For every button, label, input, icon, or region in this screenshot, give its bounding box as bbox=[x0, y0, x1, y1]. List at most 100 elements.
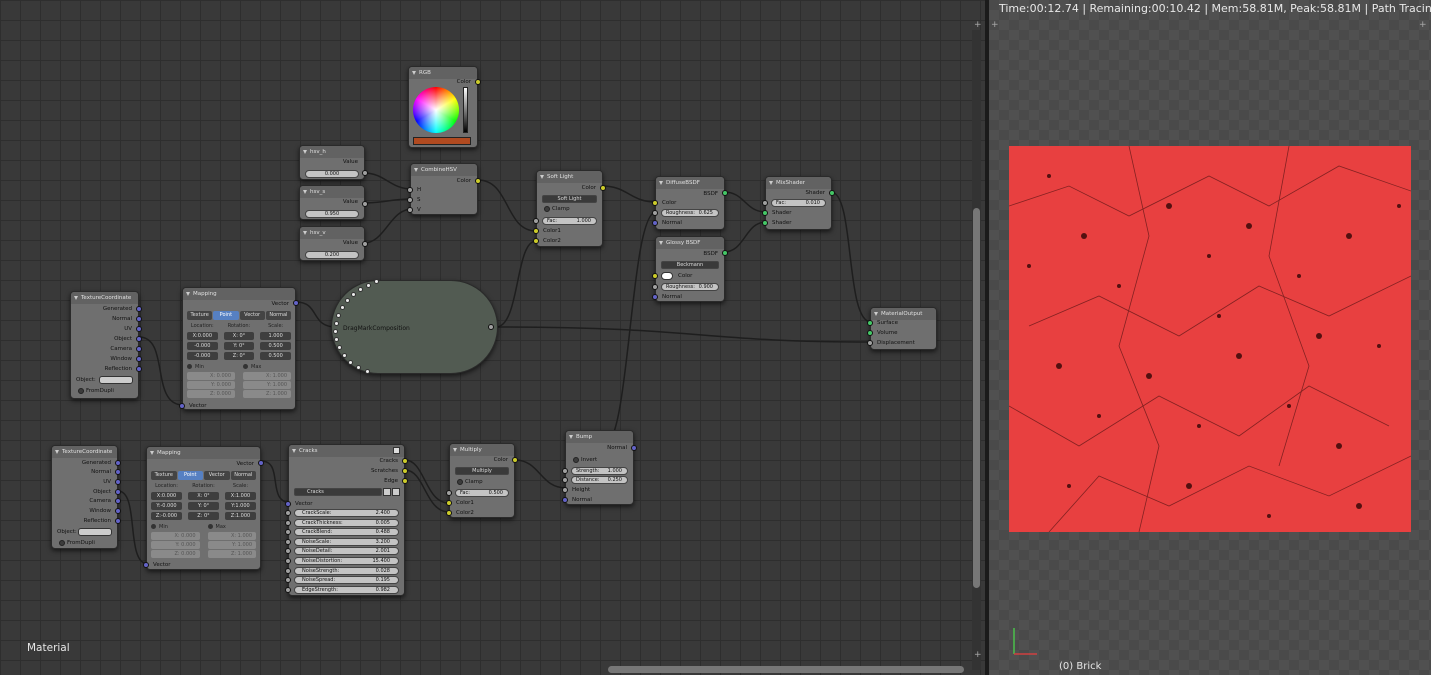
scale-y-field[interactable]: 0.500 bbox=[260, 342, 291, 350]
rotation-y-field[interactable]: Y: 0° bbox=[223, 342, 255, 350]
mapping-node-1[interactable]: Mapping Vector Texture Point Vector Norm… bbox=[179, 287, 299, 410]
mapping-node-2[interactable]: Mapping Vector Texture Point Vector Norm… bbox=[143, 446, 264, 570]
value-out-socket[interactable] bbox=[362, 241, 368, 247]
group-socket[interactable] bbox=[366, 283, 371, 288]
normal-out-socket[interactable] bbox=[631, 445, 637, 451]
color-swatch[interactable] bbox=[413, 137, 471, 145]
crack-param-field[interactable]: NoiseDetail: 2.001 bbox=[294, 547, 399, 556]
group-socket[interactable] bbox=[351, 292, 356, 297]
color-in-socket[interactable] bbox=[652, 273, 658, 279]
crack-param-field[interactable]: NoiseDistortion: 15.400 bbox=[294, 557, 399, 565]
generated-out-socket[interactable] bbox=[136, 306, 142, 312]
tab-normal[interactable]: Normal bbox=[265, 311, 291, 320]
min-y-field[interactable]: Y: 0.000 bbox=[151, 541, 200, 549]
horizontal-scrollbar[interactable] bbox=[608, 666, 964, 673]
rotation-y-field[interactable]: Y: 0° bbox=[188, 502, 219, 510]
blend-mode-dropdown[interactable]: Multiply bbox=[455, 467, 509, 475]
color-out-socket[interactable] bbox=[475, 178, 481, 184]
crack-param-field[interactable]: NoiseScale: 3.200 bbox=[294, 537, 399, 546]
node-options-icon[interactable] bbox=[393, 447, 400, 454]
location-x-field[interactable]: X:0.000 bbox=[187, 332, 218, 340]
fac-field[interactable]: Fac: 0.500 bbox=[455, 489, 509, 497]
rotation-x-field[interactable]: X: 0° bbox=[223, 332, 255, 340]
hsv-v-node[interactable]: hsv_v Value 0.200 bbox=[299, 226, 368, 261]
max-x-field[interactable]: X: 1.000 bbox=[207, 532, 256, 540]
multiply-node[interactable]: Multiply Color Multiply Clamp Fac: 0.500… bbox=[446, 443, 518, 518]
min-x-field[interactable]: X: 0.000 bbox=[151, 532, 200, 540]
min-z-field[interactable]: Z: 0.000 bbox=[151, 550, 200, 558]
normal-in-socket[interactable] bbox=[652, 294, 658, 300]
drag-mark-composition-group[interactable]: DragMarkComposition bbox=[331, 279, 498, 374]
rotation-z-field[interactable]: Z: 0° bbox=[188, 512, 219, 520]
cracks-script-node[interactable]: Cracks Cracks Scratches Edge Cracks Vect… bbox=[285, 444, 408, 596]
color-out-socket[interactable] bbox=[600, 185, 606, 191]
blend-mode-dropdown[interactable]: Soft Light bbox=[542, 195, 597, 203]
fac-field[interactable]: Fac: 1.000 bbox=[542, 217, 597, 225]
rotation-x-field[interactable]: X: 0° bbox=[188, 492, 219, 500]
group-socket[interactable] bbox=[333, 329, 338, 334]
color2-in-socket[interactable] bbox=[446, 510, 452, 516]
fac-in-socket[interactable] bbox=[446, 490, 452, 496]
group-socket[interactable] bbox=[365, 369, 370, 374]
vector-out-socket[interactable] bbox=[293, 300, 299, 306]
value-slider[interactable] bbox=[463, 87, 468, 133]
region-plus-icon[interactable]: + bbox=[1419, 20, 1427, 30]
tab-point[interactable]: Point bbox=[213, 311, 239, 320]
uv-out-socket[interactable] bbox=[115, 479, 121, 485]
scale-x-field[interactable]: X:1.000 bbox=[225, 492, 256, 500]
scale-z-field[interactable]: Z:1.000 bbox=[225, 512, 256, 520]
node-editor[interactable]: RGB Color hsv_h Value 0.000 hsv_s Value … bbox=[0, 0, 985, 675]
volume-in-socket[interactable] bbox=[867, 330, 873, 336]
max-x-field[interactable]: X: 1.000 bbox=[243, 372, 291, 380]
min-x-field[interactable]: X: 0.000 bbox=[187, 372, 235, 380]
fac-field[interactable]: Fac: 0.010 bbox=[771, 199, 826, 207]
script-selector[interactable]: Cracks bbox=[294, 488, 382, 496]
shader2-in-socket[interactable] bbox=[762, 220, 768, 226]
crack-param-field[interactable]: CrackThickness: 0.005 bbox=[294, 518, 399, 527]
color-out-socket[interactable] bbox=[512, 457, 518, 463]
window-out-socket[interactable] bbox=[115, 508, 121, 514]
surface-in-socket[interactable] bbox=[867, 320, 873, 326]
location-x-field[interactable]: X:0.000 bbox=[151, 492, 182, 500]
param-in-socket[interactable] bbox=[285, 567, 291, 574]
hsv-h-node[interactable]: hsv_h Value 0.000 bbox=[299, 145, 368, 180]
distance-field[interactable]: Distance: 0.250 bbox=[571, 476, 628, 484]
param-in-socket[interactable] bbox=[285, 529, 291, 536]
param-in-socket[interactable] bbox=[285, 519, 291, 526]
strength-field[interactable]: Strength: 1.000 bbox=[571, 467, 628, 475]
generated-out-socket[interactable] bbox=[115, 460, 121, 466]
tab-vector[interactable]: Vector bbox=[239, 311, 265, 320]
fac-in-socket[interactable] bbox=[762, 200, 768, 206]
height-in-socket[interactable] bbox=[562, 487, 568, 493]
param-in-socket[interactable] bbox=[285, 586, 291, 593]
group-socket[interactable] bbox=[334, 321, 339, 326]
tab-vector[interactable]: Vector bbox=[204, 471, 230, 480]
scale-y-field[interactable]: Y:1.000 bbox=[225, 502, 256, 510]
uv-out-socket[interactable] bbox=[136, 326, 142, 332]
group-socket[interactable] bbox=[356, 365, 361, 370]
bsdf-out-socket[interactable] bbox=[722, 190, 728, 196]
region-plus-icon[interactable]: + bbox=[974, 20, 982, 30]
group-socket[interactable] bbox=[345, 298, 350, 303]
max-y-field[interactable]: Y: 1.000 bbox=[207, 541, 256, 549]
color-wheel[interactable] bbox=[413, 87, 459, 133]
group-socket[interactable] bbox=[336, 313, 341, 318]
rgb-node[interactable]: RGB Color bbox=[408, 66, 481, 148]
reflection-out-socket[interactable] bbox=[136, 366, 142, 372]
tab-point[interactable]: Point bbox=[177, 471, 203, 480]
max-checkbox[interactable]: Max bbox=[243, 363, 291, 371]
group-out-socket[interactable] bbox=[488, 324, 494, 330]
normal-in-socket[interactable] bbox=[652, 220, 658, 226]
param-in-socket[interactable] bbox=[285, 558, 291, 564]
distance-in-socket[interactable] bbox=[562, 477, 568, 483]
object-picker[interactable] bbox=[99, 376, 133, 384]
value-field[interactable]: 0.200 bbox=[305, 251, 359, 259]
location-y-field[interactable]: Y:-0.000 bbox=[151, 502, 182, 510]
min-z-field[interactable]: Z: 0.000 bbox=[187, 390, 235, 398]
value-field[interactable]: 0.950 bbox=[305, 210, 359, 218]
diffuse-bsdf-node[interactable]: DiffuseBSDF BSDF Color Roughness: 0.625 … bbox=[652, 176, 728, 230]
param-in-socket[interactable] bbox=[285, 577, 291, 584]
group-socket[interactable] bbox=[334, 337, 339, 342]
location-z-field[interactable]: -0.000 bbox=[187, 352, 218, 360]
param-in-socket[interactable] bbox=[285, 538, 291, 545]
